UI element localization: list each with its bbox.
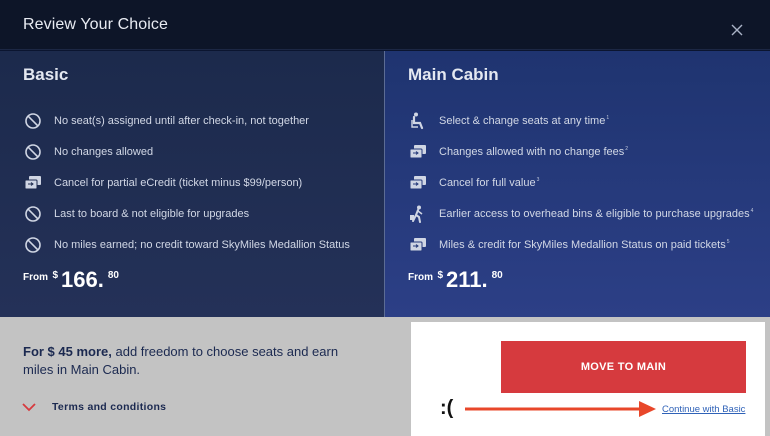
no-icon bbox=[23, 204, 43, 224]
footnote-marker: 4 bbox=[750, 207, 754, 214]
fare-name: Main Cabin bbox=[408, 65, 499, 84]
feature-text: Miles & credit for SkyMiles Medallion St… bbox=[439, 238, 726, 251]
price-from-label: From bbox=[408, 272, 433, 283]
ticket-icon bbox=[408, 235, 428, 255]
feature-text: Last to board & not eligible for upgrade… bbox=[54, 207, 250, 220]
price-currency: $ bbox=[437, 270, 444, 281]
feature-item: Miles & credit for SkyMiles Medallion St… bbox=[408, 229, 762, 260]
price-currency: $ bbox=[52, 270, 59, 281]
price-from-label: From bbox=[23, 272, 48, 283]
traveler-icon bbox=[408, 204, 428, 224]
feature-item: Select & change seats at any time 1 bbox=[408, 105, 762, 136]
annotation-arrow-icon bbox=[465, 401, 656, 417]
upsell-message: For $ 45 more, add freedom to choose sea… bbox=[23, 343, 363, 379]
feature-item: No miles earned; no credit toward SkyMil… bbox=[23, 229, 376, 260]
basic-feature-list: No seat(s) assigned until after check-in… bbox=[23, 105, 376, 260]
annotation-sad-face: :( bbox=[440, 397, 454, 419]
feature-text: Changes allowed with no change fees bbox=[439, 145, 625, 158]
ticket-icon bbox=[408, 173, 428, 193]
feature-text: No seat(s) assigned until after check-in… bbox=[54, 114, 309, 127]
price-whole: 166. bbox=[61, 267, 104, 292]
main-cabin-fare-panel[interactable]: Main Cabin Select & change seats at any … bbox=[385, 51, 770, 317]
feature-text: No miles earned; no credit toward SkyMil… bbox=[54, 238, 350, 251]
feature-item: No changes allowed bbox=[23, 136, 376, 167]
continue-with-basic-link[interactable]: Continue with Basic bbox=[662, 404, 745, 415]
terms-label: Terms and conditions bbox=[52, 401, 167, 413]
feature-text: Earlier access to overhead bins & eligib… bbox=[439, 207, 750, 220]
basic-fare-panel[interactable]: Basic No seat(s) assigned until after ch… bbox=[0, 51, 384, 317]
feature-text: Cancel for full value bbox=[439, 176, 536, 189]
modal-header: Review Your Choice bbox=[0, 0, 770, 50]
feature-item: No seat(s) assigned until after check-in… bbox=[23, 105, 376, 136]
chevron-down-icon bbox=[22, 403, 36, 412]
main-feature-list: Select & change seats at any time 1 Chang… bbox=[408, 105, 762, 260]
footnote-marker: 2 bbox=[625, 145, 629, 152]
upsell-highlight: For $ 45 more, bbox=[23, 344, 112, 359]
fare-price: From $211. 80 bbox=[408, 267, 503, 293]
fare-price: From $166. 80 bbox=[23, 267, 119, 293]
modal-title: Review Your Choice bbox=[23, 16, 168, 33]
feature-text: Cancel for partial eCredit (ticket minus… bbox=[54, 176, 303, 189]
footnote-marker: 1 bbox=[606, 114, 610, 121]
close-icon[interactable] bbox=[729, 22, 745, 38]
feature-text: Select & change seats at any time bbox=[439, 114, 606, 127]
action-area: MOVE TO MAIN :( Continue with Basic bbox=[411, 322, 765, 436]
feature-text: No changes allowed bbox=[54, 145, 154, 158]
no-icon bbox=[23, 111, 43, 131]
fare-name: Basic bbox=[23, 65, 69, 84]
terms-toggle[interactable]: Terms and conditions bbox=[22, 401, 166, 413]
feature-item: Last to board & not eligible for upgrade… bbox=[23, 198, 376, 229]
move-to-main-button[interactable]: MOVE TO MAIN bbox=[501, 341, 746, 393]
seat-icon bbox=[408, 111, 428, 131]
feature-item: Cancel for partial eCredit (ticket minus… bbox=[23, 167, 376, 198]
price-whole: 211. bbox=[446, 267, 488, 292]
feature-item: Earlier access to overhead bins & eligib… bbox=[408, 198, 762, 229]
ticket-icon bbox=[408, 142, 428, 162]
ticket-icon bbox=[23, 173, 43, 193]
feature-item: Changes allowed with no change fees 2 bbox=[408, 136, 762, 167]
price-cents: 80 bbox=[491, 270, 503, 281]
footnote-marker: 5 bbox=[726, 238, 730, 245]
no-icon bbox=[23, 235, 43, 255]
footnote-marker: 3 bbox=[536, 176, 540, 183]
no-icon bbox=[23, 142, 43, 162]
feature-item: Cancel for full value 3 bbox=[408, 167, 762, 198]
price-cents: 80 bbox=[107, 270, 119, 281]
